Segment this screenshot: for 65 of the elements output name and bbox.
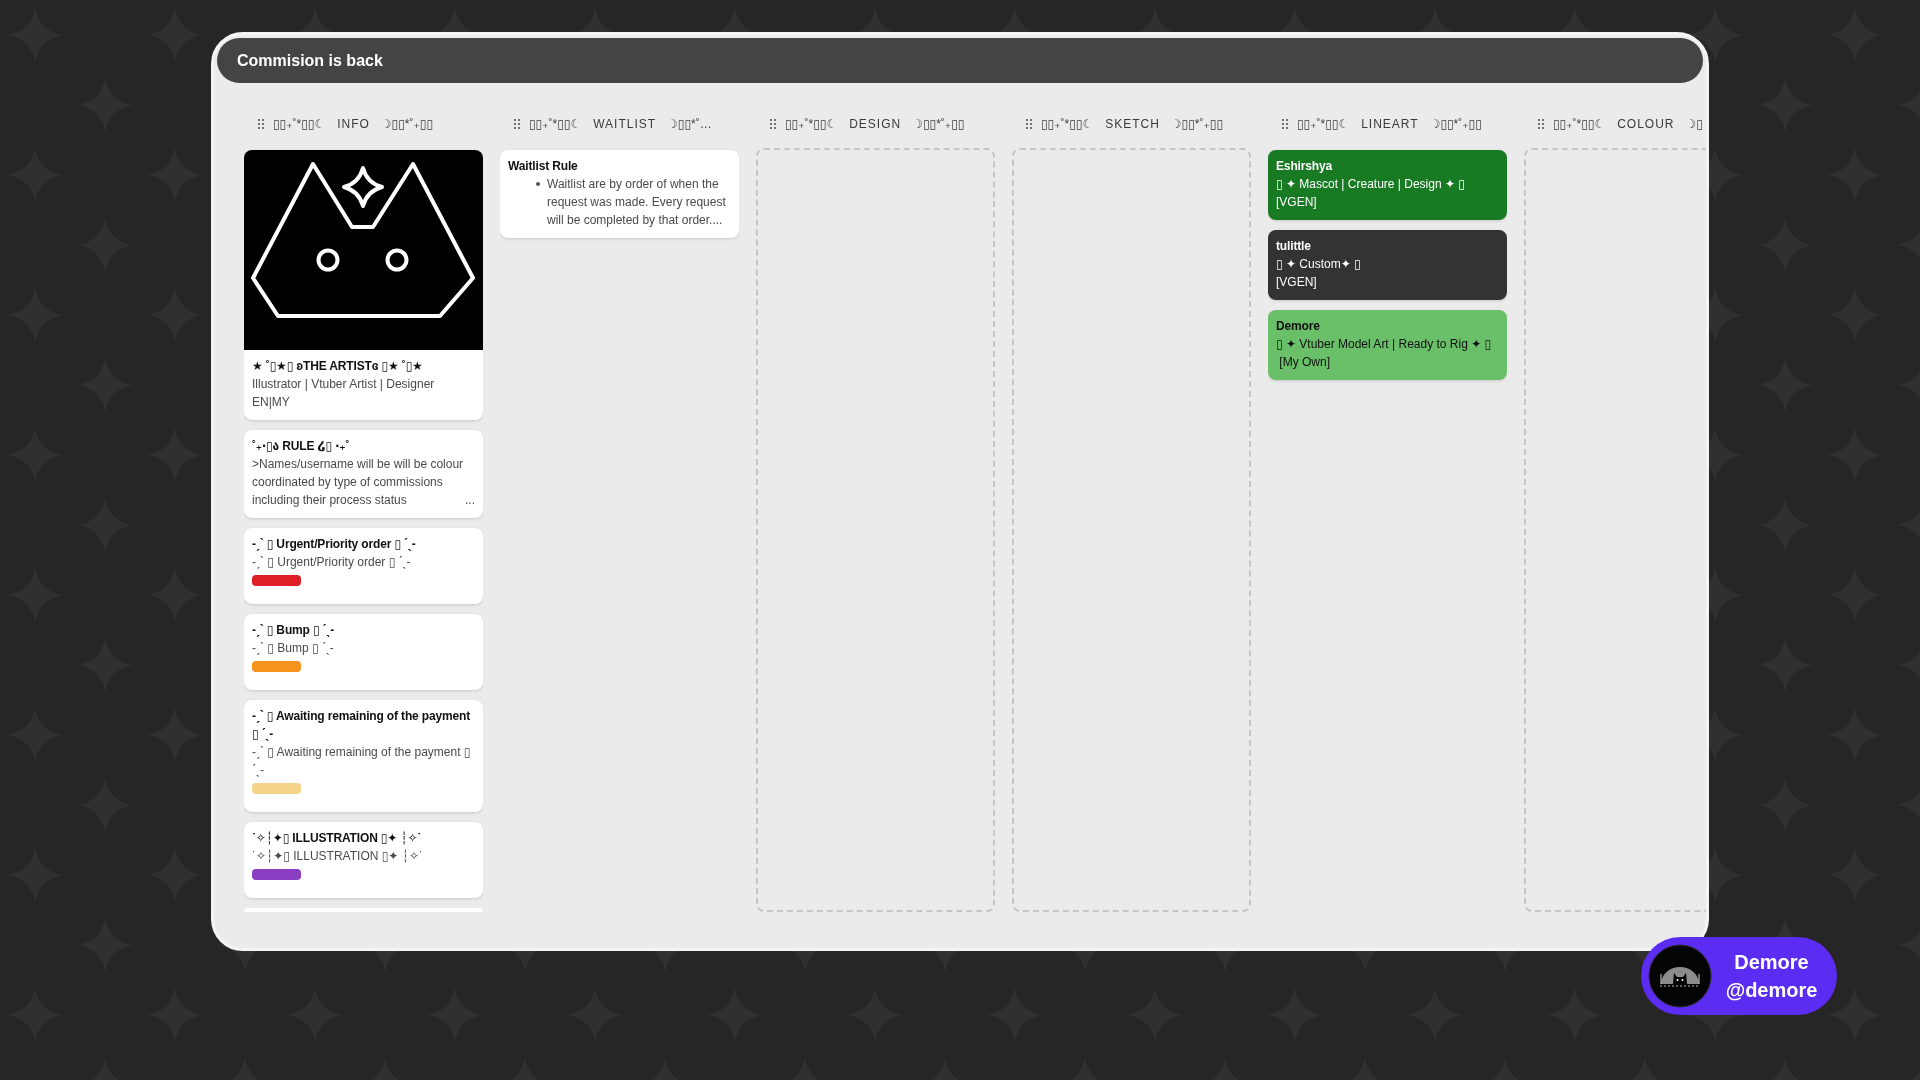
card-title: ˚₊‧▯ა RULE ໒▯ ‧₊˚ (252, 438, 351, 455)
title-decoration: ☽▯▯*˚… (667, 116, 712, 133)
card-title: Waitlist Rule (508, 158, 579, 175)
drag-handle-icon[interactable] (1282, 119, 1288, 129)
task-card[interactable]: tulittle ▯ ✦ Custom✦ ▯ [VGEN] (1268, 230, 1507, 300)
title-decoration: ☽▯▯*˚₊▯▯ (380, 116, 433, 133)
card-text: Illustrator | Vtuber Artist | Designer (252, 376, 436, 393)
card-description: -ˏˋ ▯ Bump ▯ ˊˎ- (252, 641, 334, 655)
drag-handle-icon[interactable] (514, 119, 520, 129)
cover-card[interactable]: ★ ˚▯★▯ ʚTHE ARTISTɞ ▯★ ˚▯★ Illustrator | Vtuber Artist | Designer EN|MY (244, 150, 483, 420)
title-decoration: ▯▯₊˚*▯▯☾ (529, 116, 582, 133)
card-text: ▯ ✦ Vtuber Model Art | Ready to Rig ✦ ▯ (1276, 336, 1493, 353)
profile-handle: @demore (1725, 978, 1818, 1003)
board-title: Commision is back (237, 50, 383, 71)
column-title: INFO (337, 116, 370, 133)
task-card[interactable]: Eshirshya ▯ ✦ Mascot | Creature | Design ✦ ▯ [VGEN] (1268, 150, 1507, 220)
title-decoration: ☽▯ (1685, 116, 1703, 133)
title-decoration: ▯▯₊˚*▯▯☾ (273, 116, 326, 133)
card-description: >Names/username will be will be colour coordinated by type of commissions including their process status (252, 457, 464, 507)
bullet-icon (536, 182, 540, 186)
column-title: DESIGN (849, 116, 902, 133)
drag-handle-icon[interactable] (1026, 119, 1032, 129)
card-text: EN|MY (252, 394, 291, 411)
task-card[interactable]: Waitlist Rule Waitlist are by order of when the request was made. Every request will be completed by that order.... (500, 150, 739, 238)
bullet-text: Waitlist are by order of when the request was made. Every request will be completed by that order.... (547, 176, 727, 229)
card-text: [VGEN] (1276, 194, 1318, 211)
card-text: ▯ ✦ Custom✦ ▯ (1276, 256, 1362, 273)
card-title: Demore (1276, 318, 1321, 335)
card-title: Eshirshya (1276, 158, 1334, 175)
title-decoration: ☽▯▯*˚₊▯▯ (912, 116, 965, 133)
column-title: WAITLIST (593, 116, 657, 133)
card-description: ˙✧┆✦▯ ILLUSTRATION ▯✦ ┆✧˙ (252, 849, 423, 863)
card-title: ˙✧┆✦▯ ILLUSTRATION ▯✦ ┆✧˙ (252, 830, 423, 847)
task-card[interactable]: ˚₊‧▯ა RULE ໒▯ ‧₊˚ >Names/username will be will be colour coordinated by type of commissions including their process status ... (244, 430, 483, 518)
task-card[interactable]: -ˏˋ ▯ Bump ▯ ˊˎ- -ˏˋ ▯ Bump ▯ ˊˎ- (244, 614, 483, 690)
card-text: ▯ ✦ Mascot | Creature | Design ✦ ▯ (1276, 176, 1466, 193)
profile-badge[interactable]: Demore @demore (1641, 937, 1837, 1015)
title-decoration: ▯▯₊˚*▯▯☾ (1297, 116, 1350, 133)
task-card[interactable]: -ˏˋ ▯ Urgent/Priority order ▯ ˊˎ- -ˏˋ ▯ Urgent/Priority order ▯ ˊˎ- (244, 528, 483, 604)
drag-handle-icon[interactable] (258, 119, 264, 129)
card-text: [My Own] (1278, 354, 1331, 371)
title-decoration: ▯▯₊˚*▯▯☾ (1553, 116, 1606, 133)
card-description: -ˏˋ ▯ Awaiting remaining of the payment ▯ ˊˎ- (252, 745, 471, 777)
card-title: ★ ˚▯★▯ ʚTHE ARTISTɞ ▯★ ˚▯★ (252, 358, 424, 375)
column-title: LINEART (1361, 116, 1419, 133)
card-description: -ˏˋ ▯ Urgent/Priority order ▯ ˊˎ- (252, 555, 411, 569)
more-indicator: ... (465, 492, 475, 509)
card-title: -ˏˋ ▯ Awaiting remaining of the payment ▯ ˊˎ- (252, 708, 472, 743)
title-decoration: ☽▯▯*˚₊▯▯ (1429, 116, 1482, 133)
title-decoration: ▯▯₊˚*▯▯☾ (785, 116, 838, 133)
column-title: SKETCH (1105, 116, 1160, 133)
profile-name: Demore (1734, 950, 1809, 975)
task-card[interactable]: Demore ▯ ✦ Vtuber Model Art | Ready to Rig ✦ ▯ [My Own] (1268, 310, 1507, 380)
drag-handle-icon[interactable] (770, 119, 776, 129)
title-decoration: ▯▯₊˚*▯▯☾ (1041, 116, 1094, 133)
card-title: -ˏˋ ▯ Urgent/Priority order ▯ ˊˎ- (252, 536, 417, 553)
avatar-icon (1648, 944, 1712, 1008)
task-card[interactable]: ˙✧┆✦▯ ILLUSTRATION ▯✦ ┆✧˙ ˙✧┆✦▯ ILLUSTRATION ▯✦ ┆✧˙ (244, 822, 483, 898)
task-card[interactable]: -ˏˋ ▯ Awaiting remaining of the payment ▯ ˊˎ- -ˏˋ ▯ Awaiting remaining of the payment ▯ ˊˎ- (244, 700, 483, 812)
column-title: COLOUR (1617, 116, 1675, 133)
title-decoration: ☽▯▯*˚₊▯▯ (1170, 116, 1224, 133)
card-title: tulittle (1276, 238, 1312, 255)
card-title: -ˏˋ ▯ Bump ▯ ˊˎ- (252, 622, 336, 639)
drag-handle-icon[interactable] (1538, 119, 1544, 129)
card-text: [VGEN] (1276, 274, 1318, 291)
